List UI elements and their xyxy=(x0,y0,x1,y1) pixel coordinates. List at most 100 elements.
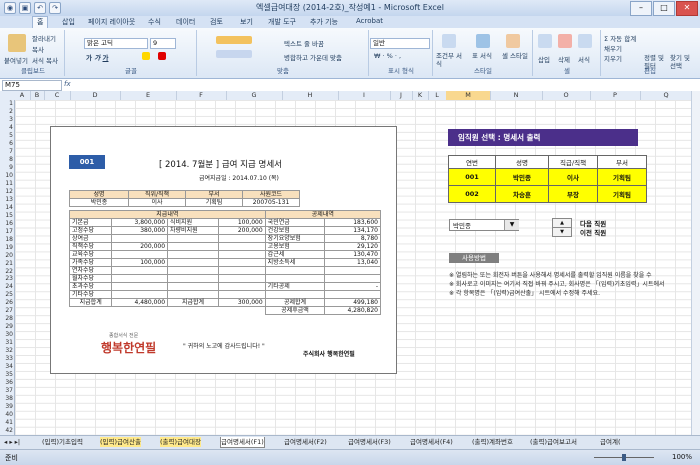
font-name-select[interactable]: 맑은 고딕 xyxy=(84,38,148,49)
column-header[interactable]: H xyxy=(282,91,339,100)
bold-button[interactable]: 가 가 가 xyxy=(86,52,108,62)
row-header[interactable]: 19 xyxy=(0,244,14,252)
row-header[interactable]: 16 xyxy=(0,220,14,228)
insert-cells-icon[interactable] xyxy=(538,34,552,48)
row-header[interactable]: 40 xyxy=(0,411,14,419)
sheet-tab[interactable]: 급여명세서(F3) xyxy=(348,437,391,447)
column-header[interactable]: G xyxy=(226,91,283,100)
vertical-scrollbar[interactable] xyxy=(691,91,700,435)
maximize-button[interactable]: □ xyxy=(653,1,675,16)
autosum-button[interactable]: Σ 자동 합계 xyxy=(604,33,636,43)
column-header-selected[interactable]: M xyxy=(446,91,491,100)
copy-button[interactable]: 복사 xyxy=(32,44,44,54)
row-header[interactable]: 20 xyxy=(0,252,14,260)
emp-cell[interactable]: 차승훈 xyxy=(495,185,549,203)
align-center-icon[interactable] xyxy=(216,50,252,58)
row-header[interactable]: 2 xyxy=(0,108,14,116)
row-header[interactable]: 39 xyxy=(0,403,14,411)
sheet-tab[interactable]: (출력)급여보고서 xyxy=(530,437,577,447)
row-header[interactable]: 5 xyxy=(0,132,14,140)
zoom-slider-handle[interactable] xyxy=(622,454,626,461)
emp-cell[interactable]: 기획팀 xyxy=(597,168,647,186)
tab-formulas[interactable]: 수식 xyxy=(148,17,161,27)
column-header[interactable]: E xyxy=(120,91,177,100)
row-header[interactable]: 11 xyxy=(0,180,14,188)
delete-cells-icon[interactable] xyxy=(558,34,572,48)
close-button[interactable]: ✕ xyxy=(676,1,698,16)
column-header[interactable]: D xyxy=(70,91,121,100)
cut-button[interactable]: 잘라내기 xyxy=(32,33,56,43)
format-painter-button[interactable]: 서식 복사 xyxy=(32,55,58,65)
chevron-down-icon[interactable]: ▼ xyxy=(504,220,519,230)
insert-button[interactable]: 삽입 xyxy=(538,54,550,64)
emp-cell[interactable]: 기획팀 xyxy=(597,185,647,203)
emp-cell[interactable]: 001 xyxy=(448,168,496,186)
number-format-select[interactable]: 일반 xyxy=(370,38,430,49)
row-header[interactable]: 13 xyxy=(0,196,14,204)
row-header[interactable]: 12 xyxy=(0,188,14,196)
row-header[interactable]: 28 xyxy=(0,315,14,323)
column-header[interactable]: N xyxy=(490,91,543,100)
column-header[interactable]: J xyxy=(390,91,413,100)
minimize-button[interactable]: – xyxy=(630,1,652,16)
emp-cell[interactable]: 박민종 xyxy=(495,168,549,186)
name-box[interactable]: M75 xyxy=(2,80,62,91)
sheet-tab-active[interactable]: 급여명세서(F1) xyxy=(220,437,265,448)
column-header[interactable]: P xyxy=(590,91,641,100)
tab-view[interactable]: 보기 xyxy=(240,17,253,27)
row-header[interactable]: 14 xyxy=(0,204,14,212)
row-header[interactable]: 41 xyxy=(0,419,14,427)
row-header[interactable]: 25 xyxy=(0,291,14,299)
table-format-button[interactable]: 표 서식 xyxy=(472,52,494,60)
paste-button[interactable]: 붙여넣기 xyxy=(4,55,28,65)
sheet-tab[interactable]: (입력)급여산출 xyxy=(100,437,141,447)
row-header[interactable]: 23 xyxy=(0,275,14,283)
row-header[interactable]: 31 xyxy=(0,339,14,347)
row-header[interactable]: 24 xyxy=(0,283,14,291)
column-header[interactable]: A xyxy=(14,91,31,100)
row-header[interactable]: 33 xyxy=(0,355,14,363)
sheet-tab[interactable]: (출력)급여대장 xyxy=(160,437,201,447)
column-header[interactable]: Q xyxy=(640,91,693,100)
wrap-text-button[interactable]: 텍스트 줄 바꿈 xyxy=(284,38,324,48)
column-header[interactable]: K xyxy=(412,91,429,100)
format-button[interactable]: 서식 xyxy=(578,54,590,64)
row-header[interactable]: 32 xyxy=(0,347,14,355)
row-header[interactable]: 37 xyxy=(0,387,14,395)
tab-acrobat[interactable]: Acrobat xyxy=(356,17,383,25)
column-header[interactable]: O xyxy=(542,91,591,100)
font-color-icon[interactable] xyxy=(158,52,166,60)
row-header[interactable]: 18 xyxy=(0,236,14,244)
column-header[interactable]: B xyxy=(30,91,45,100)
sheet-tab[interactable]: 급여명세서(F4) xyxy=(410,437,453,447)
sheet-tab[interactable]: 급여계( xyxy=(600,437,620,447)
emp-cell[interactable]: 002 xyxy=(448,185,496,203)
spin-down-button[interactable]: ▼ xyxy=(552,227,572,237)
fx-icon[interactable]: fx xyxy=(64,80,71,88)
row-header[interactable]: 36 xyxy=(0,379,14,387)
row-header[interactable]: 15 xyxy=(0,212,14,220)
emp-cell[interactable]: 이사 xyxy=(548,168,598,186)
row-header[interactable]: 1 xyxy=(0,100,14,108)
row-header[interactable]: 21 xyxy=(0,260,14,268)
tab-data[interactable]: 데이터 xyxy=(176,17,195,27)
column-header[interactable]: F xyxy=(176,91,227,100)
cell-style-icon[interactable] xyxy=(506,34,520,48)
fill-button[interactable]: 채우기 xyxy=(604,43,622,53)
column-header[interactable]: L xyxy=(428,91,447,100)
align-icons[interactable] xyxy=(216,36,252,44)
row-header[interactable]: 4 xyxy=(0,124,14,132)
row-header[interactable]: 30 xyxy=(0,331,14,339)
row-header[interactable]: 42 xyxy=(0,427,14,435)
column-header[interactable]: I xyxy=(338,91,391,100)
cell-style-button[interactable]: 셀 스타일 xyxy=(502,52,528,60)
row-header[interactable]: 27 xyxy=(0,307,14,315)
sheet-tab[interactable]: (입력)기초입력 xyxy=(42,437,83,447)
row-header[interactable]: 8 xyxy=(0,156,14,164)
tab-developer[interactable]: 개발 도구 xyxy=(268,17,296,27)
row-header[interactable]: 38 xyxy=(0,395,14,403)
merge-center-button[interactable]: 병합하고 가운데 맞춤 xyxy=(284,52,342,62)
zoom-level[interactable]: 100% xyxy=(672,453,692,461)
column-header[interactable]: C xyxy=(44,91,71,100)
tab-insert[interactable]: 삽입 xyxy=(62,17,75,27)
